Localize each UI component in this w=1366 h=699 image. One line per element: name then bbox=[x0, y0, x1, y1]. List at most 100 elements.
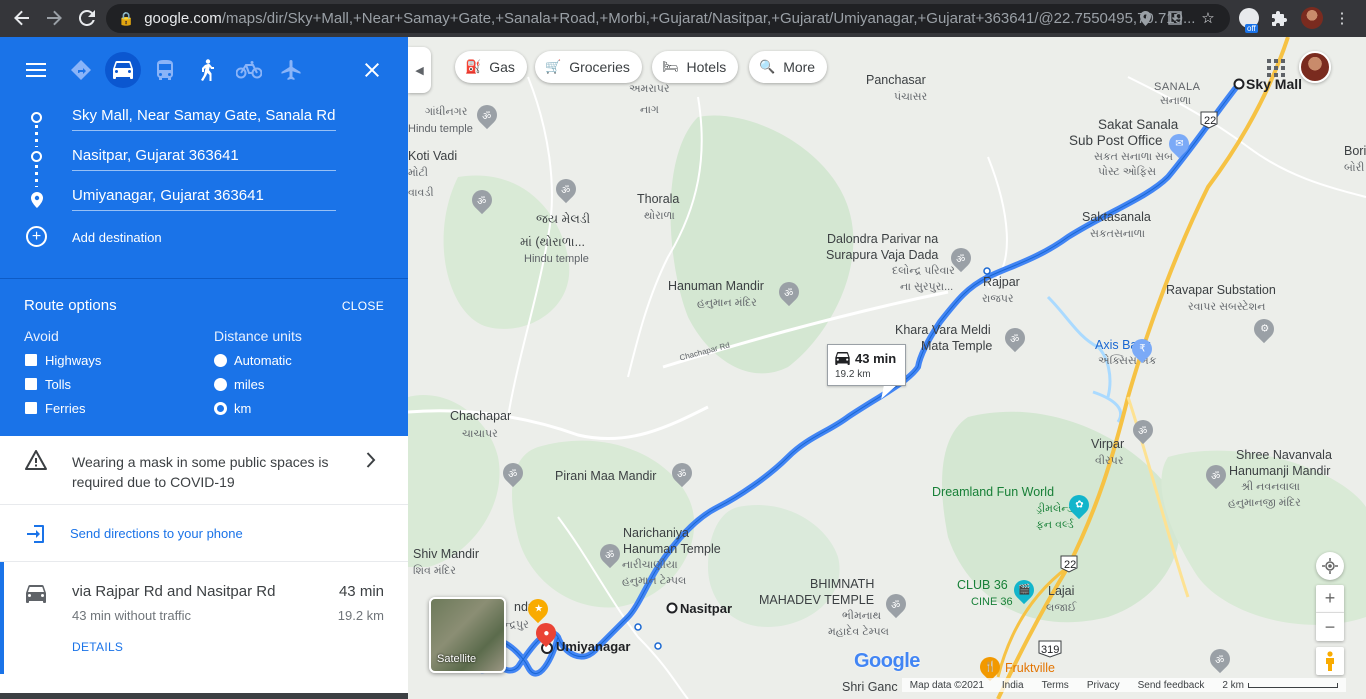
cycling-mode-icon[interactable] bbox=[231, 52, 267, 88]
panchasar-label: Panchasar bbox=[866, 73, 926, 87]
panel-bottom-bar bbox=[0, 693, 408, 699]
covid-line-1: Wearing a mask in some public spaces is bbox=[72, 454, 329, 470]
units-km-radio[interactable] bbox=[214, 402, 227, 415]
extension-off-icon[interactable]: off bbox=[1236, 6, 1262, 33]
route-distance: 19.2 km bbox=[337, 608, 384, 623]
collapse-panel-button[interactable]: ◀ bbox=[408, 47, 431, 93]
bed-icon: 🛏 bbox=[662, 59, 679, 74]
pegman-street-view-icon[interactable] bbox=[1316, 647, 1344, 675]
route-callout[interactable]: 43 min 19.2 km bbox=[827, 344, 906, 399]
hamburger-menu-icon[interactable] bbox=[18, 52, 54, 88]
callout-car-icon bbox=[835, 352, 850, 370]
sky-mall-label[interactable]: Sky Mall bbox=[1246, 77, 1302, 91]
bori-gujarati-label: બોરી bbox=[1344, 162, 1365, 174]
destination-input[interactable]: Umiyanagar, Gujarat 363641 bbox=[72, 187, 336, 211]
add-destination-icon[interactable]: + bbox=[26, 226, 47, 247]
chandrapur-gujarati-label: ન્દ્રપુર bbox=[504, 619, 529, 631]
scale-label[interactable]: 2 km bbox=[1222, 680, 1338, 691]
units-miles-label[interactable]: miles bbox=[234, 377, 264, 392]
units-automatic-label[interactable]: Automatic bbox=[234, 353, 292, 368]
avoid-ferries-label[interactable]: Ferries bbox=[45, 401, 85, 416]
avoid-tolls-label[interactable]: Tolls bbox=[45, 377, 71, 392]
nasitpar-label[interactable]: Nasitpar bbox=[680, 602, 732, 616]
menu-kebab-icon[interactable]: ⋮ bbox=[1332, 6, 1352, 30]
location-icon[interactable] bbox=[1136, 6, 1154, 30]
map-canvas[interactable]: 22 22 319 ◀ ⛽ Gas 🛒 Groceries 🛏 Hotels 🔍 Mor… bbox=[408, 37, 1366, 699]
flight-mode-icon[interactable] bbox=[273, 52, 309, 88]
back-arrow-icon[interactable] bbox=[7, 3, 37, 33]
reload-icon[interactable] bbox=[72, 3, 102, 33]
units-automatic-radio[interactable] bbox=[214, 354, 227, 367]
stop-dot-icon bbox=[31, 151, 42, 162]
dreamland-gujarati-label-1: ડ્રીમલેન્ડ bbox=[1036, 503, 1073, 515]
india-link[interactable]: India bbox=[1002, 680, 1024, 691]
driving-mode-icon[interactable] bbox=[105, 52, 141, 88]
bhimnath-gujarati-label-2: મહાદેવ ટેમ્પલ bbox=[828, 626, 889, 638]
avoid-ferries-checkbox[interactable] bbox=[25, 402, 37, 414]
units-miles-radio[interactable] bbox=[214, 378, 227, 391]
walking-mode-icon[interactable] bbox=[189, 52, 225, 88]
avoid-highways-label[interactable]: Highways bbox=[45, 353, 101, 368]
route-card[interactable]: via Rajpar Rd and Nasitpar Rd 43 min 43 … bbox=[0, 562, 408, 674]
chip-more[interactable]: 🔍 More bbox=[749, 51, 828, 83]
club-36-label: CLUB 36 bbox=[957, 578, 1008, 592]
map-data-text: Map data ©2021 bbox=[909, 679, 984, 691]
terms-link[interactable]: Terms bbox=[1042, 680, 1069, 691]
forward-arrow-icon[interactable] bbox=[39, 3, 69, 33]
bookmark-star-icon[interactable]: ☆ bbox=[1198, 6, 1218, 30]
address-bar[interactable]: 🔒 google.com/maps/dir/Sky+Mall,+Near+Sam… bbox=[106, 4, 1230, 33]
koti-vadi-label: Koti Vadi bbox=[408, 149, 458, 163]
route-node bbox=[654, 642, 662, 650]
my-location-button[interactable] bbox=[1316, 552, 1344, 580]
satellite-toggle[interactable]: Satellite bbox=[429, 597, 506, 673]
chip-gas[interactable]: ⛽ Gas bbox=[455, 51, 527, 83]
units-km-label[interactable]: km bbox=[234, 401, 251, 416]
car-icon bbox=[26, 585, 46, 608]
send-to-phone[interactable]: Send directions to your phone bbox=[0, 505, 408, 562]
amrapar-gujarati-label: અમરાપર bbox=[629, 83, 670, 95]
dreamland-label: Dreamland Fun World bbox=[932, 485, 1055, 499]
transit-mode-icon[interactable] bbox=[147, 52, 183, 88]
lajai-gujarati-label: લજાઈ bbox=[1046, 602, 1077, 614]
saktasanala-label: Saktasanala bbox=[1082, 210, 1151, 224]
send-to-phone-link[interactable]: Send directions to your phone bbox=[70, 526, 243, 541]
warning-icon bbox=[25, 450, 47, 475]
close-directions-icon[interactable] bbox=[354, 52, 390, 88]
callout-distance: 19.2 km bbox=[835, 369, 871, 380]
profile-avatar[interactable] bbox=[1300, 6, 1324, 30]
chevron-right-icon bbox=[366, 452, 376, 473]
khara-vara-label-2: Mata Temple bbox=[921, 339, 993, 353]
rajpar-gujarati-label: રાજપર bbox=[982, 293, 1014, 305]
google-logo: Google bbox=[854, 650, 920, 673]
pirani-maa-label: Pirani Maa Mandir bbox=[555, 469, 657, 483]
shiv-mandir-label: Shiv Mandir bbox=[413, 547, 479, 561]
sanala-gujarati-label: સનાળા bbox=[1160, 95, 1192, 107]
chip-hotels[interactable]: 🛏 Hotels bbox=[652, 51, 739, 83]
privacy-link[interactable]: Privacy bbox=[1087, 680, 1120, 691]
naga-gujarati-label: નાગ bbox=[640, 104, 659, 116]
send-feedback-link[interactable]: Send feedback bbox=[1138, 680, 1205, 691]
avoid-highways-checkbox[interactable] bbox=[25, 354, 37, 366]
puzzle-extensions-icon[interactable] bbox=[1268, 6, 1290, 30]
route-options-close-button[interactable]: CLOSE bbox=[342, 299, 384, 313]
route-details-button[interactable]: DETAILS bbox=[72, 640, 123, 654]
covid-notice[interactable]: Wearing a mask in some public spaces is … bbox=[0, 436, 408, 505]
best-route-mode-icon[interactable] bbox=[63, 52, 99, 88]
stop-input[interactable]: Nasitpar, Gujarat 363641 bbox=[72, 147, 336, 171]
avoid-tolls-checkbox[interactable] bbox=[25, 378, 37, 390]
umiyanagar-label[interactable]: Umiyanagar bbox=[556, 640, 630, 654]
origin-input[interactable]: Sky Mall, Near Samay Gate, Sanala Rd, Mo… bbox=[72, 107, 336, 131]
google-apps-icon[interactable] bbox=[1267, 59, 1285, 77]
dalondra-label-2: Surapura Vaja Dada bbox=[826, 248, 939, 262]
shree-gujarati-label-1: શ્રી નવનવાલા bbox=[1241, 481, 1300, 493]
chachapar-gujarati-label: ચાચાપર bbox=[462, 428, 498, 440]
account-avatar[interactable] bbox=[1299, 51, 1331, 83]
zoom-in-button[interactable]: + bbox=[1316, 585, 1344, 613]
chip-groceries[interactable]: 🛒 Groceries bbox=[535, 51, 642, 83]
route-via: via Rajpar Rd and Nasitpar Rd bbox=[72, 583, 276, 600]
zoom-out-button[interactable]: − bbox=[1316, 613, 1344, 641]
gas-station-icon: ⛽ bbox=[465, 59, 482, 74]
install-app-icon[interactable] bbox=[1166, 6, 1184, 30]
sakat-gujarati-label-2: પોસ્ટ ઓફિસ bbox=[1098, 166, 1157, 178]
add-destination-button[interactable]: Add destination bbox=[72, 230, 162, 245]
